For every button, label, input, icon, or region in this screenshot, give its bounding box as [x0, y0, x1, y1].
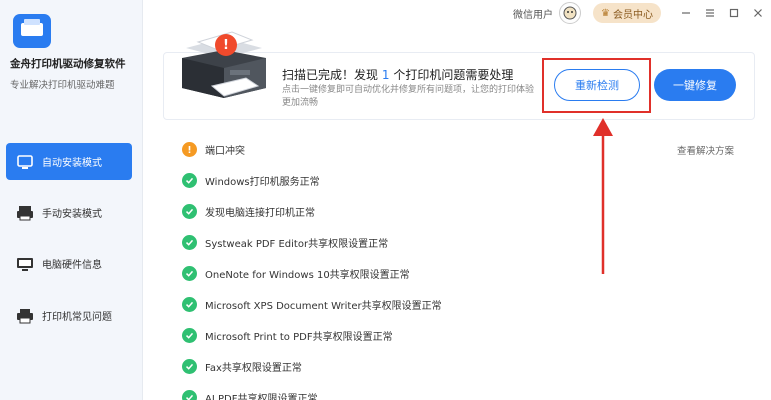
check-icon [182, 390, 197, 400]
issue-text: Fax共享权限设置正常 [205, 363, 302, 374]
scan-title-prefix: 扫描已完成！发现 [282, 68, 379, 82]
issue-row: 发现电脑连接打印机正常 [182, 196, 742, 227]
issue-text: Microsoft Print to PDF共享权限设置正常 [205, 332, 393, 343]
check-icon [182, 235, 197, 250]
user-name[interactable]: 微信用户 [513, 6, 553, 21]
member-center-button[interactable]: ♛ 会员中心 [593, 3, 661, 23]
title-bar: 微信用户 ♛ 会员中心 [513, 0, 771, 26]
issue-text: 发现电脑连接打印机正常 [205, 208, 315, 219]
check-icon [182, 173, 197, 188]
manual-install-icon [14, 204, 36, 222]
app-logo [13, 14, 51, 48]
menu-icon[interactable] [699, 2, 721, 24]
sidebar-item-hardware[interactable]: 电脑硬件信息 [6, 245, 132, 282]
issue-row: Systweak PDF Editor共享权限设置正常 [182, 227, 742, 258]
one-click-fix-button[interactable]: 一键修复 [654, 69, 736, 101]
sidebar-item-label: 打印机常见问题 [42, 312, 112, 323]
view-solution-link[interactable]: 查看解决方案 [677, 143, 734, 157]
issue-text: Microsoft XPS Document Writer共享权限设置正常 [205, 301, 442, 312]
sidebar-item-label: 电脑硬件信息 [42, 260, 102, 271]
alert-icon: ! [215, 34, 237, 56]
issue-list: 端口冲突 查看解决方案 Windows打印机服务正常 发现电脑连接打印机正常 S… [182, 134, 742, 400]
member-center-label: 会员中心 [613, 9, 653, 21]
app-title: 金舟打印机驱动修复软件 [10, 58, 126, 70]
issue-text: Windows打印机服务正常 [205, 177, 320, 188]
check-icon [182, 266, 197, 281]
printer-faq-icon [14, 307, 36, 325]
close-icon[interactable] [747, 2, 769, 24]
issue-row: Microsoft Print to PDF共享权限设置正常 [182, 320, 742, 351]
issue-text: OneNote for Windows 10共享权限设置正常 [205, 270, 410, 281]
sidebar-item-label: 自动安装模式 [42, 158, 102, 169]
crown-icon: ♛ [601, 7, 610, 19]
app-subtitle: 专业解决打印机驱动难题 [10, 80, 115, 91]
hardware-icon [14, 255, 36, 273]
sidebar-item-printer-faq[interactable]: 打印机常见问题 [6, 297, 132, 334]
scan-result-title: 扫描已完成！发现 1 个打印机问题需要处理 [282, 66, 513, 83]
issue-row: 端口冲突 查看解决方案 [182, 134, 742, 165]
issue-row: Windows打印机服务正常 [182, 165, 742, 196]
sidebar: 金舟打印机驱动修复软件 专业解决打印机驱动难题 自动安装模式 手动安装模式 电脑… [0, 0, 143, 400]
issue-count: 1 [381, 68, 390, 82]
recheck-button[interactable]: 重新检测 [554, 69, 640, 101]
check-icon [182, 359, 197, 374]
issue-row: OneNote for Windows 10共享权限设置正常 [182, 258, 742, 289]
avatar[interactable] [559, 2, 582, 24]
issue-row: AI PDF共享权限设置正常 [182, 382, 742, 400]
issue-text: AI PDF共享权限设置正常 [205, 394, 318, 400]
sidebar-item-manual-install[interactable]: 手动安装模式 [6, 194, 132, 231]
maximize-icon[interactable] [723, 2, 745, 24]
issue-row: Fax共享权限设置正常 [182, 351, 742, 382]
auto-install-icon [14, 153, 36, 171]
issue-text: 端口冲突 [205, 146, 245, 157]
warning-icon [182, 142, 197, 157]
issue-row: Microsoft XPS Document Writer共享权限设置正常 [182, 289, 742, 320]
scan-title-suffix: 个打印机问题需要处理 [393, 68, 514, 82]
issue-text: Systweak PDF Editor共享权限设置正常 [205, 239, 389, 250]
scan-result-description: 点击一键修复即可自动优化并修复所有问题项，让您的打印体验更加流畅 [282, 85, 535, 108]
minimize-icon[interactable] [675, 2, 697, 24]
check-icon [182, 297, 197, 312]
check-icon [182, 328, 197, 343]
sidebar-item-auto-install[interactable]: 自动安装模式 [6, 143, 132, 180]
check-icon [182, 204, 197, 219]
sidebar-item-label: 手动安装模式 [42, 209, 102, 220]
